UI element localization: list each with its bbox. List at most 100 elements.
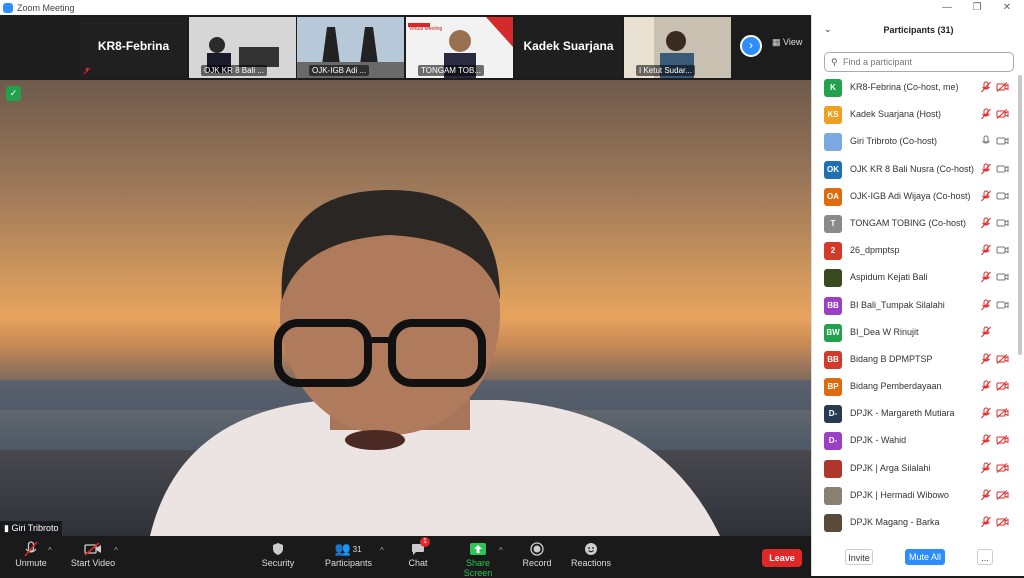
mute-all-button[interactable]: Mute All xyxy=(905,549,945,565)
mic-off-icon[interactable] xyxy=(980,217,992,229)
start-video-button[interactable]: Start Video xyxy=(70,540,116,568)
participant-name: Bidang Pemberdayaan xyxy=(850,381,942,392)
video-tile[interactable]: OJK-IGB Adi ... xyxy=(297,17,404,78)
participants-button[interactable]: 👥 31 Participants xyxy=(325,540,372,568)
camera-icon[interactable] xyxy=(996,136,1009,146)
participant-row[interactable]: BP Bidang Pemberdayaan xyxy=(812,374,1017,401)
participants-caret[interactable]: ^ xyxy=(380,546,384,555)
camera-off-icon[interactable] xyxy=(996,489,1009,500)
mic-off-icon[interactable] xyxy=(980,489,992,501)
participant-row[interactable]: KS Kadek Suarjana (Host) xyxy=(812,102,1017,129)
mic-off-icon[interactable] xyxy=(980,299,992,311)
participant-row[interactable]: DPJK | Arga Silalahi xyxy=(812,456,1017,483)
reactions-button[interactable]: Reactions xyxy=(570,540,612,568)
zoom-logo-icon xyxy=(3,2,13,13)
audio-options-caret[interactable]: ^ xyxy=(48,546,52,555)
mic-off-icon[interactable] xyxy=(980,462,992,474)
camera-off-icon[interactable] xyxy=(996,381,1009,391)
mic-off-icon[interactable] xyxy=(980,81,992,93)
mic-icon[interactable] xyxy=(980,135,992,147)
participant-row[interactable]: K KR8-Febrina (Co-host, me) xyxy=(812,75,1017,102)
invite-button[interactable]: Invite xyxy=(845,549,873,565)
mic-off-icon[interactable] xyxy=(980,516,992,528)
avatar: D- xyxy=(824,432,842,451)
scrollbar[interactable] xyxy=(1018,75,1022,355)
mic-off-icon[interactable] xyxy=(980,190,992,202)
panel-title: Participants (31) xyxy=(883,25,954,35)
camera-off-icon[interactable] xyxy=(996,408,1009,419)
view-button[interactable]: ▦ View xyxy=(772,37,802,48)
meeting-toolbar: Unmute ^ Start Video ^ Security 👥 31 Part… xyxy=(0,536,811,578)
tile-name: KR8-Febrina xyxy=(97,39,170,53)
share-screen-button[interactable]: Share Screen xyxy=(452,540,504,578)
camera-off-icon[interactable] xyxy=(996,82,1009,92)
avatar: 2 xyxy=(824,242,842,261)
participant-name: TONGAM TOBING (Co-host) xyxy=(850,217,967,228)
participant-row[interactable]: OA OJK-IGB Adi Wijaya (Co-host) xyxy=(812,184,1017,211)
participant-row[interactable]: BB BI Bali_Tumpak Silalahi xyxy=(812,293,1017,320)
camera-off-icon[interactable] xyxy=(996,462,1009,473)
minimize-button[interactable]: — xyxy=(932,0,962,15)
mic-off-icon[interactable] xyxy=(980,108,992,120)
video-tile[interactable]: I Ketut Sudar... xyxy=(624,17,731,78)
mic-off-icon xyxy=(83,67,91,75)
security-label: Security xyxy=(261,558,295,568)
camera-off-icon[interactable] xyxy=(996,354,1009,364)
video-tile[interactable]: KR8-Febrina xyxy=(80,17,187,78)
search-input[interactable]: ⚲ Find a participant xyxy=(824,52,1014,72)
tile-label: OJK-IGB Adi ... xyxy=(309,65,370,76)
participant-row[interactable]: OK OJK KR 8 Bali Nusra (Co-host) xyxy=(812,157,1017,184)
participant-row[interactable]: BW BI_Dea W Rinujit xyxy=(812,320,1017,347)
unmute-button[interactable]: Unmute xyxy=(12,540,50,568)
mic-off-icon[interactable] xyxy=(980,163,992,175)
camera-off-icon[interactable] xyxy=(996,517,1009,527)
title-bar: Zoom Meeting — ❐ ✕ xyxy=(0,0,1024,15)
video-tile[interactable]: OJK KR 8 Bali ... xyxy=(189,17,296,78)
mic-off-icon[interactable] xyxy=(980,380,992,392)
participant-list: K KR8-Febrina (Co-host, me) KS Kadek Suarja… xyxy=(812,75,1017,537)
participant-row[interactable]: D- DPJK - Margareth Mutiara xyxy=(812,401,1017,428)
mic-off-icon[interactable] xyxy=(980,271,992,283)
unmute-label: Unmute xyxy=(15,558,47,568)
camera-icon[interactable] xyxy=(996,245,1009,255)
mic-off-icon[interactable] xyxy=(980,407,992,419)
search-icon: ⚲ xyxy=(831,57,838,67)
camera-icon[interactable] xyxy=(996,272,1009,282)
chat-button[interactable]: 1 Chat xyxy=(404,537,432,568)
participant-row[interactable]: D- DPJK - Wahid xyxy=(812,428,1017,455)
video-tile[interactable]: Virtual Meeting TONGAM TOB... xyxy=(406,17,513,78)
record-button[interactable]: Record xyxy=(520,540,554,568)
leave-button[interactable]: Leave xyxy=(762,549,802,567)
participant-row[interactable]: BB Bidang B DPMPTSP xyxy=(812,347,1017,374)
people-icon: 👥 xyxy=(334,541,351,556)
participant-name: DPJK - Wahid xyxy=(850,435,907,446)
camera-icon[interactable] xyxy=(996,218,1009,228)
mic-off-icon[interactable] xyxy=(980,244,992,256)
camera-icon[interactable] xyxy=(996,164,1009,174)
participant-row[interactable]: DPJK Magang - Barka xyxy=(812,510,1017,537)
video-options-caret[interactable]: ^ xyxy=(114,546,118,555)
mic-off-icon[interactable] xyxy=(980,326,992,338)
participant-name: 26_dpmptsp xyxy=(850,245,900,256)
participant-row[interactable]: Aspidum Kejati Bali xyxy=(812,265,1017,292)
mic-off-icon[interactable] xyxy=(980,353,992,365)
window-title: Zoom Meeting xyxy=(17,2,75,13)
next-page-button[interactable]: › xyxy=(740,35,762,57)
close-button[interactable]: ✕ xyxy=(992,0,1022,15)
camera-off-icon[interactable] xyxy=(996,109,1009,120)
camera-icon[interactable] xyxy=(996,300,1009,310)
participant-row[interactable]: T TONGAM TOBING (Co-host) xyxy=(812,211,1017,238)
mic-off-icon[interactable] xyxy=(980,434,992,446)
participant-row[interactable]: DPJK | Hermadi Wibowo xyxy=(812,483,1017,510)
maximize-button[interactable]: ❐ xyxy=(962,0,992,15)
camera-off-icon[interactable] xyxy=(996,435,1009,446)
more-options-button[interactable]: ... xyxy=(977,549,993,565)
video-tile[interactable]: Kadek Suarjana xyxy=(515,17,622,78)
share-options-caret[interactable]: ^ xyxy=(499,546,503,555)
security-button[interactable]: Security xyxy=(258,540,298,568)
participant-name: DPJK Magang - Barka xyxy=(850,517,940,527)
participant-row[interactable]: Giri Tribroto (Co-host) xyxy=(812,129,1017,156)
participant-row[interactable]: 2 26_dpmptsp xyxy=(812,238,1017,265)
camera-icon[interactable] xyxy=(996,191,1009,201)
tile-label: OJK KR 8 Bali ... xyxy=(201,65,268,76)
